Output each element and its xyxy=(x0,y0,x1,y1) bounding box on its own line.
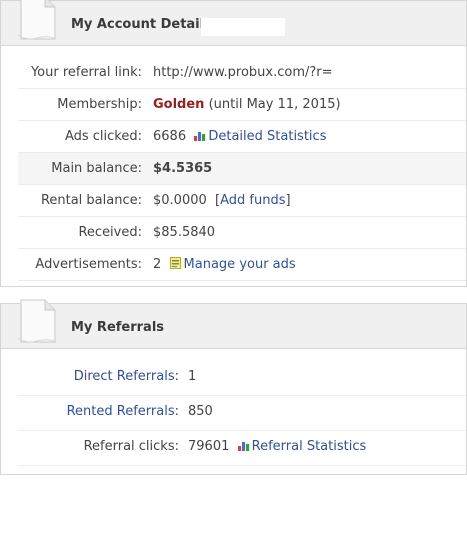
rental-balance-label: Rental balance: xyxy=(40,193,142,208)
rented-referrals-colon: : xyxy=(174,404,179,419)
rental-balance-value-group: $0.0000 [Add funds] xyxy=(153,193,291,208)
direct-referrals-colon: : xyxy=(174,369,179,384)
referral-clicks-value-group: 79601 Referral Statistics xyxy=(188,439,366,454)
membership-row: Membership: Golden (until May 11, 2015) xyxy=(18,89,466,121)
document-icon xyxy=(17,299,57,343)
ads-clicked-label: Ads clicked: xyxy=(64,129,142,144)
ads-clicked-value: 6686 xyxy=(153,129,187,144)
add-funds-link[interactable]: Add funds xyxy=(220,193,285,208)
received-label: Received: xyxy=(78,225,142,240)
rental-balance-row: Rental balance: $0.0000 [Add funds] xyxy=(18,185,466,217)
referral-clicks-label: Referral clicks: xyxy=(83,439,179,454)
main-balance-label: Main balance: xyxy=(51,161,142,176)
ads-clicked-row: Ads clicked: 6686 Detailed Statistics xyxy=(18,121,466,153)
referral-clicks-value: 79601 xyxy=(188,439,230,454)
redacted-username xyxy=(201,18,285,36)
referral-link-label: Your referral link: xyxy=(30,65,142,80)
referral-statistics-link[interactable]: Referral Statistics xyxy=(252,439,367,454)
add-funds-close-bracket: ] xyxy=(285,193,291,208)
received-value: $85.5840 xyxy=(153,225,216,240)
referrals-panel: My Referrals Direct Referrals: 1 Rented … xyxy=(0,299,467,475)
rental-balance-value: $0.0000 xyxy=(153,193,207,208)
bar-chart-icon xyxy=(237,442,249,451)
membership-label: Membership: xyxy=(57,97,142,112)
rented-referrals-label-group: Rented Referrals: xyxy=(67,404,179,419)
rented-referrals-value: 850 xyxy=(188,404,213,419)
ads-clicked-value-group: 6686 Detailed Statistics xyxy=(153,129,326,144)
detailed-statistics-link[interactable]: Detailed Statistics xyxy=(208,129,326,144)
received-row: Received: $85.5840 xyxy=(18,217,466,249)
manage-ads-link[interactable]: Manage your ads xyxy=(184,257,296,272)
membership-value: Golden (until May 11, 2015) xyxy=(153,97,341,112)
direct-referrals-value: 1 xyxy=(188,369,197,384)
main-balance-row: Main balance: $4.5365 xyxy=(18,153,466,185)
membership-level: Golden xyxy=(153,97,205,112)
main-balance-value: $4.5365 xyxy=(153,161,213,176)
direct-referrals-row: Direct Referrals: 1 xyxy=(18,361,466,396)
account-details-header: My Account Details: xyxy=(1,0,466,46)
referrals-header: My Referrals xyxy=(1,299,466,349)
bar-chart-icon xyxy=(194,132,206,141)
membership-until: (until May 11, 2015) xyxy=(208,97,341,112)
advertisements-label: Advertisements: xyxy=(35,257,142,272)
advertisements-value-group: 2 Manage your ads xyxy=(153,257,296,272)
advertisements-row: Advertisements: 2 Manage your ads xyxy=(18,249,466,281)
referral-clicks-row: Referral clicks: 79601 Referral Statisti… xyxy=(18,431,466,466)
redacted-referral-id xyxy=(335,66,427,82)
referral-link-value[interactable]: http://www.probux.com/?r= xyxy=(153,65,333,80)
referrals-title: My Referrals xyxy=(71,320,165,335)
account-details-panel: My Account Details: Your referral link: … xyxy=(0,0,467,287)
direct-referrals-label-group: Direct Referrals: xyxy=(74,369,179,384)
account-details-title: My Account Details: xyxy=(71,17,218,32)
referral-link-row: Your referral link: http://www.probux.co… xyxy=(18,57,466,89)
rented-referrals-link[interactable]: Rented Referrals xyxy=(67,404,175,419)
document-icon xyxy=(17,0,57,40)
advertisements-value: 2 xyxy=(153,257,162,272)
direct-referrals-link[interactable]: Direct Referrals xyxy=(74,369,175,384)
rented-referrals-row: Rented Referrals: 850 xyxy=(18,396,466,431)
ads-icon xyxy=(169,257,181,269)
